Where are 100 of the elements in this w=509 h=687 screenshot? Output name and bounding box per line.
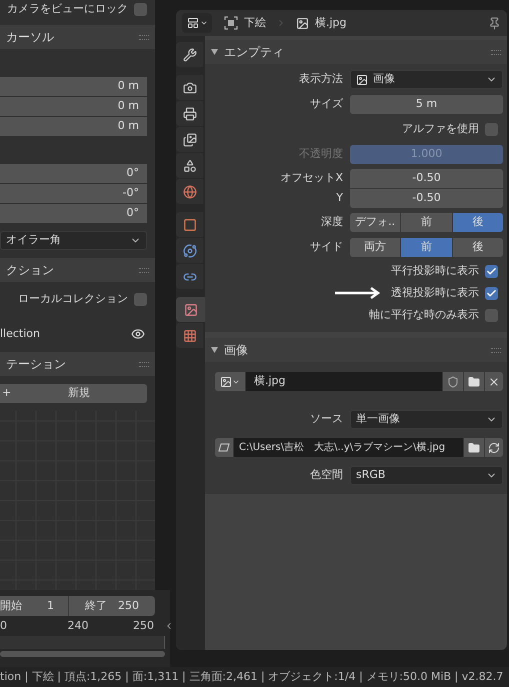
filepath-field[interactable]: C:\Users\吉松 大志\..y\ラブマシーン\横.jpg: [234, 438, 463, 457]
checkbox-label: 平行投影時に表示: [391, 262, 479, 279]
drag-handle-icon[interactable]: [139, 268, 149, 272]
wrench-icon: [182, 48, 196, 62]
panel-title: カーソル: [6, 29, 55, 46]
checkbox-label: 透視投影時に表示: [391, 284, 479, 301]
images-icon: [182, 132, 196, 146]
number-field[interactable]: 0 m: [0, 117, 147, 136]
panel-title: エンプティ: [224, 44, 285, 61]
properties-tab[interactable]: [176, 153, 203, 178]
end-frame-field[interactable]: 終了 250: [69, 596, 155, 616]
drag-handle-icon[interactable]: [139, 34, 149, 40]
chevron-down-icon: [200, 19, 208, 27]
panel-title: クション: [6, 262, 55, 279]
new-button[interactable]: + 新規: [0, 384, 147, 403]
image-browse-button[interactable]: [215, 372, 245, 391]
open-folder-button[interactable]: [464, 372, 484, 391]
breadcrumb-item: 横.jpg: [315, 14, 348, 31]
square-icon: [182, 218, 196, 232]
eye-icon[interactable]: [131, 327, 145, 341]
image-icon: [296, 16, 309, 30]
checkbox[interactable]: [134, 292, 147, 306]
start-frame-field[interactable]: 開始 1: [0, 596, 69, 616]
shapes-icon: [182, 158, 196, 172]
checkbox[interactable]: [485, 286, 498, 300]
checkbox-label: ローカルコレクション: [18, 290, 128, 307]
segment-option[interactable]: 後: [452, 238, 503, 257]
properties-tab[interactable]: [176, 238, 203, 263]
number-field[interactable]: 0 m: [0, 77, 147, 96]
close-icon: [488, 376, 500, 388]
frame-tick-label: 250: [132, 618, 154, 634]
frame-tick-label: 0: [0, 618, 8, 634]
fake-user-button[interactable]: [443, 372, 463, 391]
number-field[interactable]: -0.50: [350, 189, 503, 208]
checkbox[interactable]: [485, 308, 498, 322]
properties-tab[interactable]: [176, 75, 203, 100]
number-field[interactable]: 5 m: [350, 95, 503, 114]
properties-tab[interactable]: [176, 323, 203, 348]
panel-header[interactable]: テーション: [0, 352, 155, 376]
properties-tab[interactable]: [176, 127, 203, 152]
checkbox-label: 軸に平行な時のみ表示: [369, 306, 479, 323]
segment-option[interactable]: 前: [401, 238, 452, 257]
panel-header[interactable]: 画像: [205, 338, 507, 362]
reload-button[interactable]: [485, 438, 503, 457]
drag-handle-icon[interactable]: [491, 348, 501, 352]
open-folder-button[interactable]: [464, 438, 484, 457]
property-label: 不透明度: [298, 146, 344, 162]
panel-header[interactable]: カーソル: [0, 25, 155, 49]
checkbox-label: アルファを使用: [402, 121, 479, 138]
checkbox[interactable]: [485, 123, 498, 136]
segment-option[interactable]: 両方: [350, 238, 400, 257]
empty-object-icon: [224, 16, 238, 30]
dropdown[interactable]: オイラー角: [0, 231, 147, 250]
segment-option[interactable]: デフォ..: [350, 213, 400, 232]
image-name-field[interactable]: 横.jpg: [246, 372, 442, 391]
drag-handle-icon[interactable]: [139, 362, 149, 366]
shield-icon: [447, 376, 459, 388]
properties-tab[interactable]: [176, 101, 203, 126]
globe-icon: [182, 184, 196, 198]
properties-tab[interactable]: [176, 264, 203, 289]
editor-type-button[interactable]: [182, 13, 212, 33]
number-field[interactable]: -0°: [0, 184, 147, 203]
arrow-icon: [335, 287, 381, 299]
breadcrumb-item: 下絵: [244, 14, 266, 31]
close-button[interactable]: [485, 372, 503, 391]
number-field[interactable]: 0°: [0, 164, 147, 183]
panel-header[interactable]: エンプティ: [205, 40, 507, 64]
checkbox[interactable]: [134, 2, 147, 16]
panel-title: 画像: [224, 342, 249, 359]
properties-tab[interactable]: [176, 212, 203, 237]
property-label: オフセットX: [279, 170, 344, 186]
image-icon: [184, 302, 198, 316]
number-field[interactable]: -0.50: [350, 169, 503, 188]
panel-title: テーション: [6, 356, 67, 373]
dropdown[interactable]: 画像: [350, 70, 503, 89]
number-field[interactable]: 0 m: [0, 97, 147, 116]
frame-tick-label: 240: [66, 618, 90, 634]
scrollbar[interactable]: [0, 651, 165, 657]
property-label: Y: [335, 190, 344, 206]
checkbox-label: カメラをビューにロック: [7, 0, 128, 17]
image-icon: [220, 376, 232, 388]
pin-icon[interactable]: [488, 16, 501, 30]
file-drive-icon: [218, 443, 230, 452]
property-label: 表示方法: [298, 71, 344, 88]
checkbox[interactable]: [485, 264, 498, 278]
properties-tab[interactable]: [176, 179, 203, 204]
property-label: 色空間: [309, 467, 344, 484]
panel-header[interactable]: クション: [0, 258, 155, 282]
folder-icon: [468, 376, 480, 388]
segment-option[interactable]: 後: [452, 213, 503, 232]
editor-layout-icon: [186, 17, 198, 29]
image-icon: [356, 74, 368, 86]
dropdown[interactable]: sRGB: [350, 466, 503, 485]
number-field[interactable]: 0°: [0, 204, 147, 223]
orbit-icon: [182, 244, 196, 258]
properties-tab[interactable]: [176, 42, 203, 67]
dropdown[interactable]: 単一画像: [350, 410, 503, 429]
drag-handle-icon[interactable]: [491, 50, 501, 54]
properties-tab[interactable]: [176, 297, 205, 322]
segment-option[interactable]: 前: [401, 213, 452, 232]
